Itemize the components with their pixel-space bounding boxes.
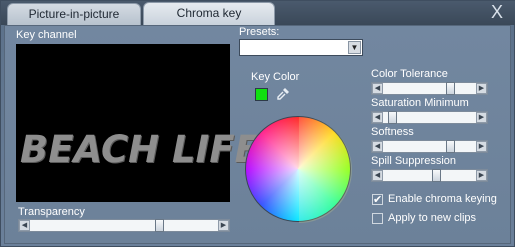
close-icon[interactable]: X: [486, 2, 508, 22]
color-tolerance-slider[interactable]: ◀ ▶: [371, 82, 488, 95]
apply-new-clips-checkbox[interactable]: [372, 213, 383, 224]
key-channel-label: Key channel: [16, 29, 77, 41]
color-tolerance-label: Color Tolerance: [371, 68, 448, 80]
spill-suppression-slider-thumb[interactable]: [431, 169, 441, 182]
slider-right-arrow-icon[interactable]: ▶: [476, 141, 487, 152]
slider-left-arrow-icon[interactable]: ◀: [372, 112, 383, 123]
transparency-slider-thumb[interactable]: [154, 219, 164, 232]
key-color-label: Key Color: [251, 71, 300, 83]
preview-text: BEACH LIFE: [20, 128, 260, 171]
spill-suppression-label: Spill Suppression: [371, 155, 456, 167]
tab-picture-in-picture[interactable]: Picture-in-picture: [7, 3, 141, 25]
slider-right-arrow-icon[interactable]: ▶: [476, 170, 487, 181]
slider-left-arrow-icon[interactable]: ◀: [372, 141, 383, 152]
presets-label: Presets:: [239, 26, 280, 38]
apply-new-clips-label: Apply to new clips: [388, 212, 477, 224]
slider-right-arrow-icon[interactable]: ▶: [476, 83, 487, 94]
slider-left-arrow-icon[interactable]: ◀: [372, 83, 383, 94]
saturation-minimum-slider-thumb[interactable]: [388, 111, 398, 124]
slider-left-arrow-icon[interactable]: ◀: [372, 170, 383, 181]
slider-right-arrow-icon[interactable]: ▶: [476, 112, 487, 123]
slider-left-arrow-icon[interactable]: ◀: [19, 220, 30, 231]
transparency-label: Transparency: [18, 206, 85, 218]
slider-right-arrow-icon[interactable]: ▶: [218, 220, 229, 231]
chroma-key-dialog: Picture-in-picture Chroma key X Key chan…: [0, 0, 515, 247]
transparency-slider[interactable]: ◀ ▶: [18, 219, 230, 232]
saturation-minimum-label: Saturation Minimum: [371, 97, 469, 109]
presets-dropdown[interactable]: ▼: [239, 39, 363, 56]
key-color-swatch[interactable]: [255, 88, 268, 101]
key-channel-preview: BEACH LIFE: [16, 44, 260, 202]
softness-slider[interactable]: ◀ ▶: [371, 140, 488, 153]
chevron-down-icon[interactable]: ▼: [348, 41, 361, 54]
softness-slider-thumb[interactable]: [445, 140, 455, 153]
color-wheel[interactable]: [245, 116, 352, 223]
spill-suppression-slider[interactable]: ◀ ▶: [371, 169, 488, 182]
saturation-minimum-slider[interactable]: ◀ ▶: [371, 111, 488, 124]
enable-chroma-label: Enable chroma keying: [388, 193, 497, 205]
color-tolerance-slider-thumb[interactable]: [445, 82, 455, 95]
enable-chroma-checkbox[interactable]: ✔: [372, 194, 383, 206]
color-wheel-shading: [246, 117, 350, 221]
eyedropper-icon[interactable]: [276, 87, 290, 101]
tab-bar: Picture-in-picture Chroma key X: [1, 1, 515, 26]
tab-chroma-key[interactable]: Chroma key: [143, 2, 275, 26]
softness-label: Softness: [371, 126, 414, 138]
